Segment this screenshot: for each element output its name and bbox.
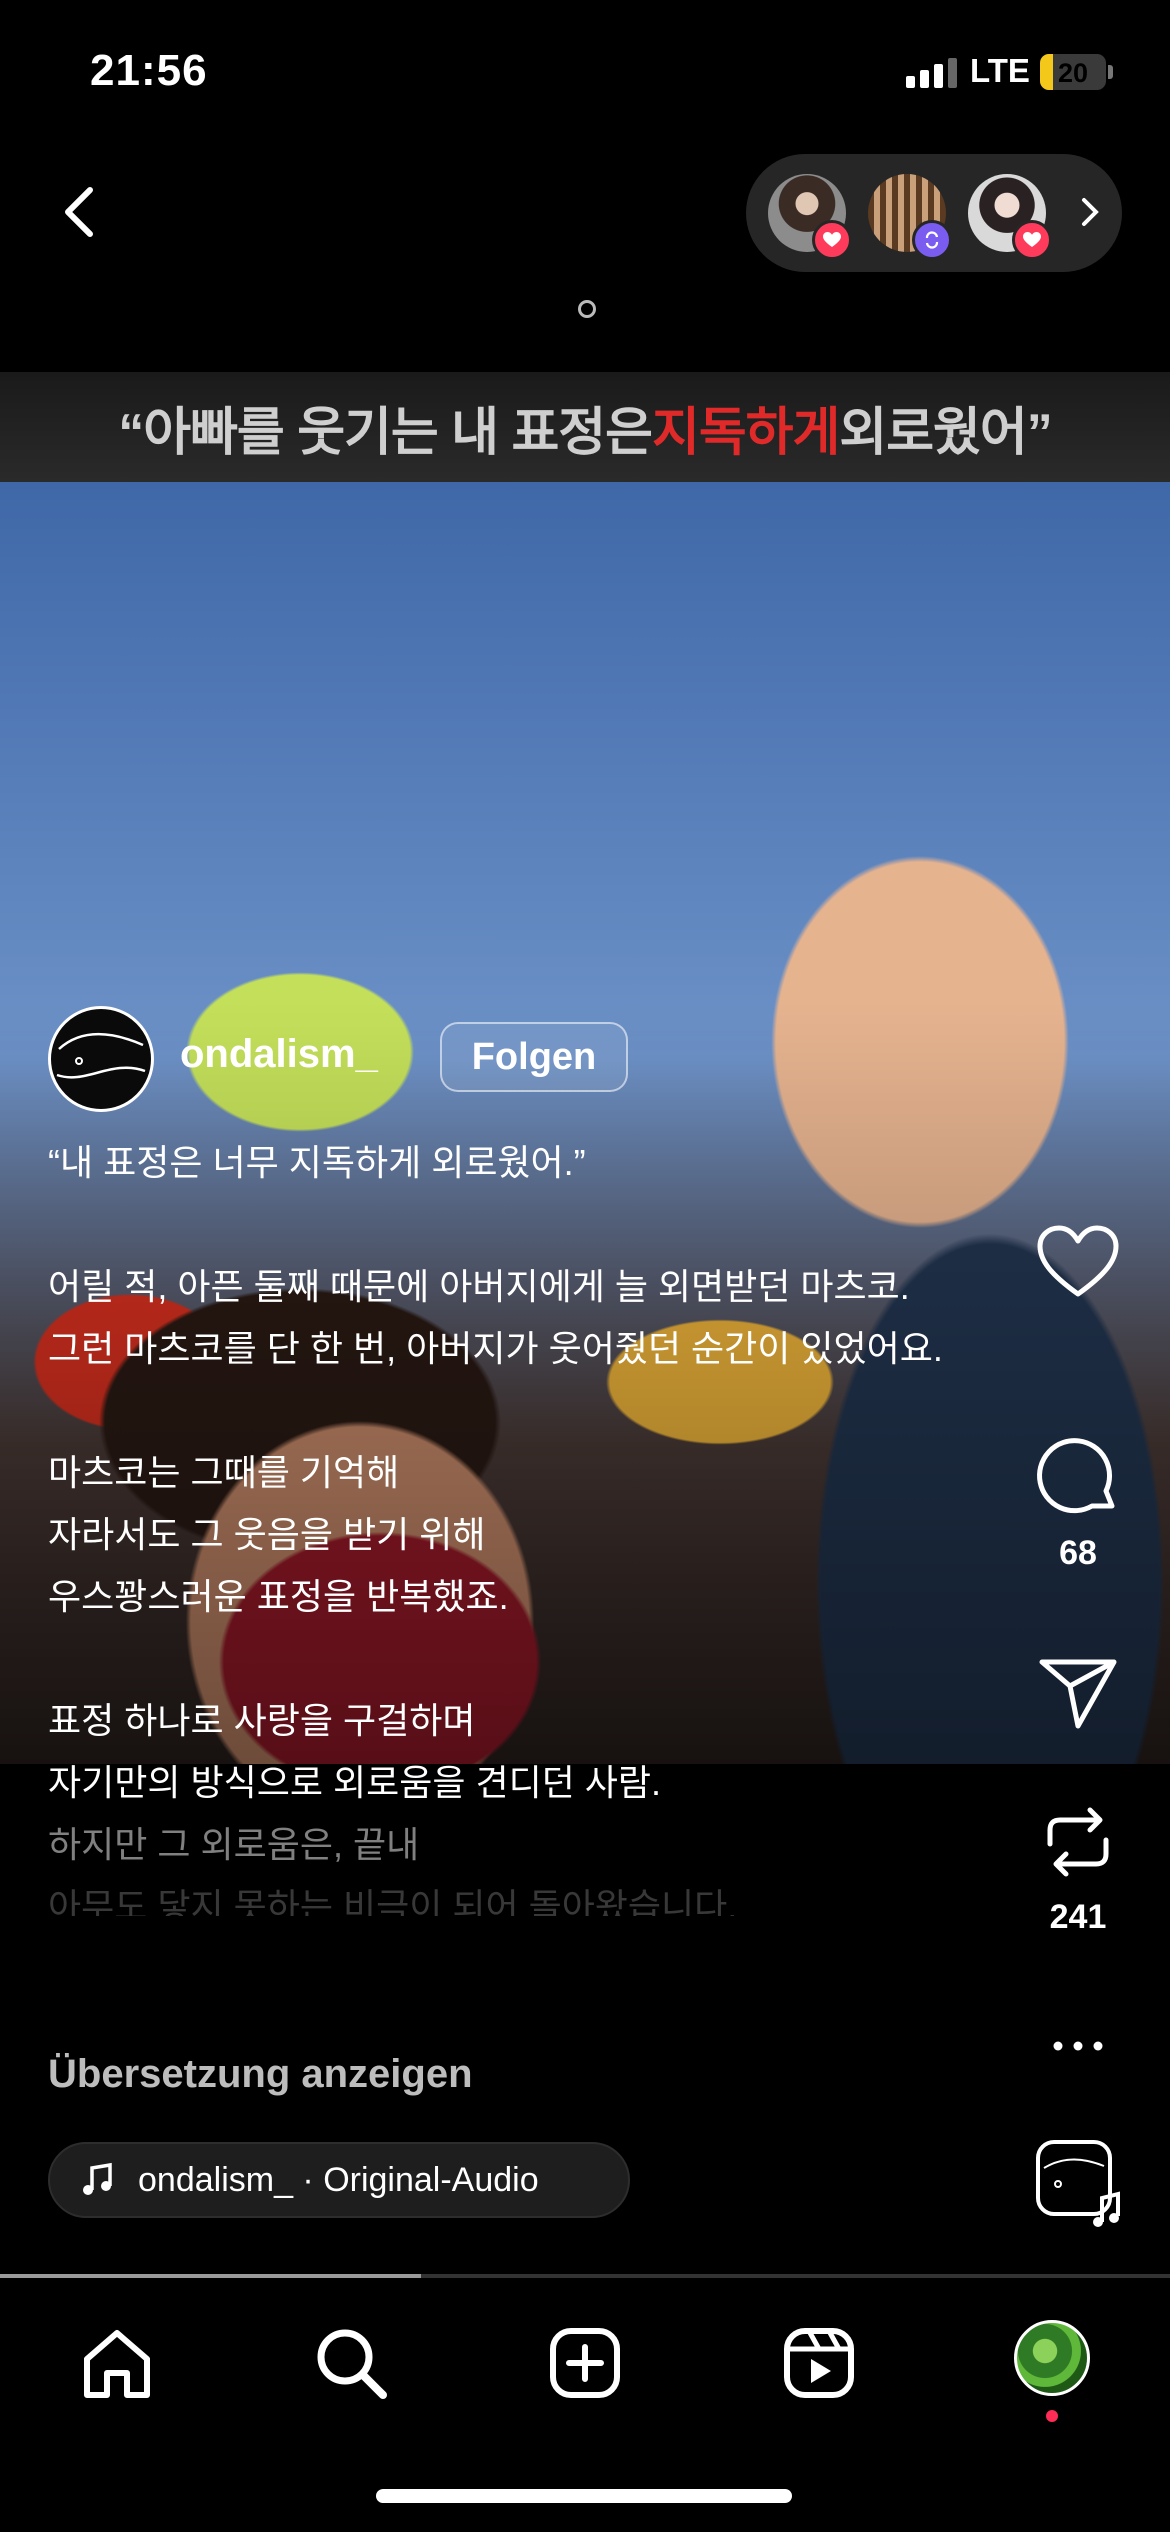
- caption-line: 마츠코는 그때를 기억해: [48, 1452, 400, 1493]
- repost-icon: [1047, 1807, 1109, 1877]
- caption-highlight: 지독하게: [652, 403, 840, 462]
- caption-text-end: 외로웠어”: [839, 403, 1052, 462]
- caption-line: 어릴 적, 아픈 둘째 때문에 아버지에게 늘 외면받던 마츠코.: [48, 1266, 910, 1307]
- viewers-pill[interactable]: [746, 154, 1122, 272]
- battery-icon: 20: [1040, 54, 1106, 90]
- caption-line: 우스꽝스러운 표정을 반복했죠.: [48, 1576, 509, 1617]
- more-button[interactable]: [1030, 2036, 1126, 2056]
- home-indicator: [376, 2489, 792, 2503]
- comment-icon: [1037, 1438, 1115, 1514]
- comment-count: 68: [1059, 1534, 1097, 1572]
- search-icon: [317, 2329, 387, 2399]
- home-icon: [84, 2330, 150, 2398]
- heart-icon: [812, 220, 852, 260]
- battery-nub: [1108, 65, 1113, 79]
- create-tab[interactable]: [540, 2318, 630, 2408]
- repost-count: 241: [1049, 1898, 1107, 1936]
- author-username[interactable]: ondalism_: [180, 1032, 378, 1077]
- caption-line: 하지만 그 외로움은, 끝내: [48, 1824, 420, 1865]
- network-label: LTE: [970, 52, 1030, 89]
- back-button[interactable]: [52, 182, 112, 242]
- author-avatar[interactable]: [48, 1006, 154, 1112]
- heart-icon: [1012, 220, 1052, 260]
- status-time: 21:56: [90, 46, 208, 95]
- audio-thumbnail[interactable]: [1034, 2138, 1124, 2228]
- repost-button[interactable]: 241: [1030, 1800, 1126, 1937]
- search-tab[interactable]: [306, 2318, 396, 2408]
- heart-icon: [1037, 1225, 1119, 1297]
- more-icon: [1053, 2041, 1103, 2051]
- chevron-right-icon: [1070, 192, 1110, 232]
- caption-line: 자기만의 방식으로 외로움을 견디던 사람.: [48, 1762, 662, 1803]
- like-button[interactable]: [1030, 1224, 1126, 1300]
- caption-line: 표정 하나로 사랑을 구걸하며: [48, 1700, 476, 1741]
- repost-icon: [912, 220, 952, 260]
- chevron-left-icon: [65, 187, 93, 237]
- reels-tab[interactable]: [774, 2318, 864, 2408]
- create-icon: [550, 2328, 620, 2398]
- caption-line: “내 표정은 너무 지독하게 외로웠어.”: [48, 1142, 586, 1183]
- audio-label: ondalism_ · Original-Audio: [138, 2160, 539, 2199]
- caption-line: 그런 마츠코를 단 한 번, 아버지가 웃어줬던 순간이 있었어요.: [48, 1328, 943, 1369]
- music-note-icon: [83, 2162, 112, 2195]
- share-button[interactable]: [1030, 1656, 1126, 1732]
- send-icon: [1039, 1659, 1117, 1729]
- notification-dot: [1046, 2410, 1058, 2422]
- home-tab[interactable]: [72, 2318, 162, 2408]
- battery-level: 20: [1057, 58, 1089, 88]
- post-caption[interactable]: “내 표정은 너무 지독하게 외로웠어.” 어릴 적, 아픈 둘째 때문에 아버…: [48, 1132, 968, 1916]
- audio-button[interactable]: ondalism_ · Original-Audio: [48, 2142, 630, 2218]
- translate-link[interactable]: Übersetzung anzeigen: [48, 2052, 473, 2097]
- follow-button[interactable]: Folgen: [440, 1022, 628, 1092]
- caption-line-faded: 아무도 닿지 못하는 비극이 되어 돌아왔습니다.: [48, 1886, 738, 1916]
- signal-icon: [906, 58, 957, 88]
- comment-button[interactable]: 68: [1030, 1436, 1126, 1573]
- reels-icon: [784, 2328, 854, 2398]
- video-caption: “아빠를 웃기는 내 표정은 지독하게 외로웠어”: [0, 372, 1170, 482]
- caption-line: 자라서도 그 웃음을 받기 위해: [48, 1514, 486, 1555]
- caption-text: “아빠를 웃기는 내 표정은: [118, 403, 653, 462]
- page-indicator: [578, 300, 596, 318]
- profile-avatar[interactable]: [1014, 2320, 1090, 2396]
